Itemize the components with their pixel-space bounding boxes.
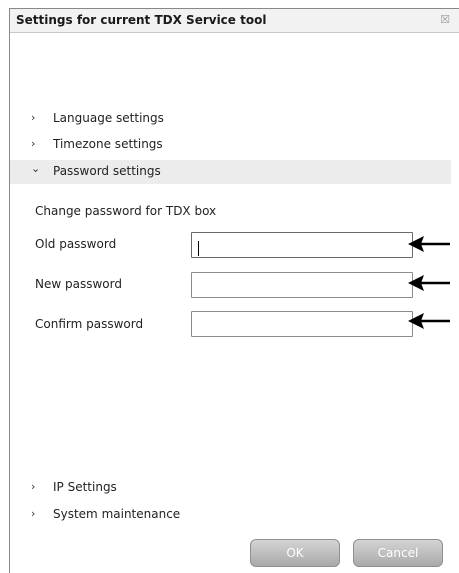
chevron-right-icon: › — [31, 111, 36, 124]
new-password-input[interactable] — [191, 272, 413, 298]
confirm-password-label: Confirm password — [35, 317, 144, 331]
section-label-password: Password settings — [53, 164, 161, 178]
section-password-settings[interactable]: ⌄ Password settings — [10, 160, 451, 184]
section-label-language: Language settings — [53, 111, 164, 125]
old-password-input[interactable] — [191, 232, 413, 258]
close-icon[interactable]: ☒ — [438, 13, 452, 27]
dialog-titlebar: Settings for current TDX Service tool ☒ — [10, 9, 459, 33]
pointer-arrow-icon — [408, 236, 450, 252]
section-system-maintenance[interactable]: › System maintenance — [10, 503, 451, 527]
old-password-label: Old password — [35, 237, 117, 251]
ok-button[interactable]: OK — [250, 539, 340, 567]
settings-dialog: Settings for current TDX Service tool ☒ … — [9, 8, 459, 573]
text-cursor — [198, 241, 199, 256]
dialog-title: Settings for current TDX Service tool — [16, 13, 267, 27]
section-label-timezone: Timezone settings — [53, 137, 163, 151]
chevron-down-icon: ⌄ — [31, 162, 41, 175]
pointer-arrow-icon — [408, 313, 450, 329]
chevron-right-icon: › — [31, 480, 36, 493]
section-label-maintenance: System maintenance — [53, 507, 181, 521]
confirm-password-input[interactable] — [191, 311, 413, 337]
section-ip-settings[interactable]: › IP Settings — [10, 476, 451, 500]
section-language-settings[interactable]: › Language settings — [10, 107, 451, 131]
chevron-right-icon: › — [31, 137, 36, 150]
chevron-right-icon: › — [31, 507, 36, 520]
section-timezone-settings[interactable]: › Timezone settings — [10, 133, 451, 157]
cancel-button[interactable]: Cancel — [353, 539, 443, 567]
pointer-arrow-icon — [408, 275, 450, 291]
section-label-ip: IP Settings — [53, 480, 117, 494]
new-password-label: New password — [35, 277, 122, 291]
password-heading: Change password for TDX box — [35, 204, 217, 218]
